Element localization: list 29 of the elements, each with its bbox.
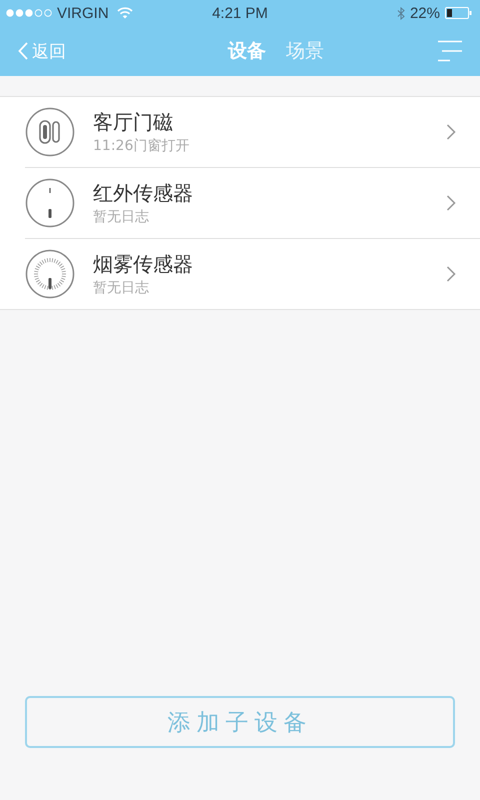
add-device-button[interactable]: 添加子设备 bbox=[25, 696, 455, 748]
device-status: 暂无日志 bbox=[93, 279, 150, 297]
wifi-icon bbox=[116, 7, 133, 19]
device-name: 客厅门磁 bbox=[93, 109, 174, 136]
device-status: 暂无日志 bbox=[93, 208, 150, 226]
menu-icon bbox=[436, 40, 464, 62]
battery-icon bbox=[445, 7, 472, 19]
device-name: 红外传感器 bbox=[93, 180, 194, 207]
carrier-name: VIRGIN bbox=[57, 4, 109, 22]
nav-tab[interactable]: 设备 bbox=[228, 38, 266, 64]
motion-sensor-icon bbox=[25, 178, 75, 228]
device-name: 烟雾传感器 bbox=[93, 251, 194, 278]
smoke-detector-icon bbox=[25, 249, 75, 299]
back-button[interactable]: 返回 bbox=[18, 40, 66, 62]
device-status: 11:26门窗打开 bbox=[93, 137, 190, 155]
back-label: 返回 bbox=[32, 40, 66, 62]
signal-icon bbox=[6, 9, 52, 17]
status-time: 4:21 PM bbox=[212, 4, 268, 22]
door-sensor-icon bbox=[25, 107, 75, 157]
battery-percent: 22% bbox=[410, 4, 440, 22]
device-row[interactable]: 客厅门磁 11:26门窗打开 bbox=[25, 97, 480, 167]
chevron-left-icon bbox=[18, 42, 28, 60]
device-row[interactable]: 烟雾传感器 暂无日志 bbox=[25, 238, 480, 309]
chevron-right-icon bbox=[446, 124, 456, 140]
chevron-right-icon bbox=[446, 266, 456, 282]
chevron-right-icon bbox=[446, 195, 456, 211]
device-row[interactable]: 红外传感器 暂无日志 bbox=[25, 167, 480, 238]
nav-tab[interactable]: 场景 bbox=[286, 38, 324, 64]
bluetooth-icon bbox=[396, 6, 405, 20]
